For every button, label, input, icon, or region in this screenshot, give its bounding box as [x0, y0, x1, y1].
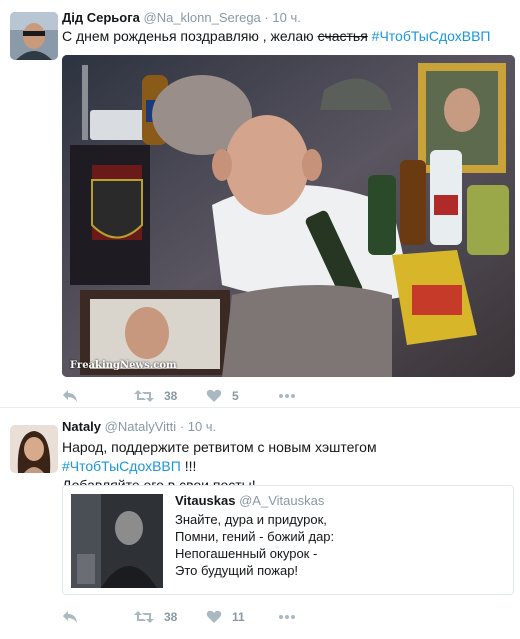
avatar[interactable]	[10, 12, 58, 60]
tweet-text-part: С днем рожденья поздравляю , желаю	[62, 28, 318, 44]
author-handle[interactable]: @NatalyVitti	[105, 419, 176, 434]
quoted-text-line: Помни, гений - божий дар:	[175, 529, 335, 544]
tweet-actions: 38 11	[62, 607, 296, 627]
more-button[interactable]	[278, 393, 296, 399]
tweet-actions: 38 5	[62, 386, 296, 406]
quoted-tweet-image	[71, 494, 163, 588]
quoted-text-line: Знайте, дура и придурок,	[175, 512, 327, 527]
retweet-count: 38	[164, 610, 178, 624]
quoted-author-handle: @A_Vitauskas	[239, 493, 325, 508]
quoted-author-name: Vitauskas	[175, 493, 236, 508]
author-handle[interactable]: @Na_klonn_Serega	[144, 10, 261, 25]
retweet-count: 38	[164, 389, 178, 403]
tweet-header: Дід Серьога @Na_klonn_Serega · 10 ч.	[62, 10, 301, 25]
like-button[interactable]: 11	[206, 610, 278, 624]
reply-button[interactable]	[62, 389, 134, 403]
retweet-button[interactable]: 38	[134, 610, 206, 624]
hashtag-link[interactable]: #ЧтобТыСдохВВП	[372, 28, 491, 44]
tweet-text-strike: счастья	[317, 28, 368, 44]
quoted-tweet-header: Vitauskas @A_Vitauskas	[175, 493, 324, 508]
separator-dot: ·	[264, 10, 269, 25]
like-button[interactable]: 5	[206, 389, 278, 403]
like-count: 11	[232, 610, 245, 624]
author-name[interactable]: Дід Серьога	[62, 10, 140, 25]
tweet-text: С днем рожденья поздравляю , желаю счаст…	[62, 27, 498, 46]
quoted-text-line: Непогашенный окурок -	[175, 546, 318, 561]
reply-icon	[63, 390, 77, 402]
retweet-icon	[134, 611, 154, 623]
timestamp[interactable]: 10 ч.	[272, 10, 300, 25]
tweet-header: Nataly @NatalyVitti · 10 ч.	[62, 419, 216, 434]
more-icon	[279, 394, 295, 398]
heart-icon	[206, 389, 222, 402]
avatar[interactable]	[10, 425, 58, 473]
tweet-text-part: !!!	[180, 458, 197, 474]
retweet-icon	[134, 390, 154, 402]
hashtag-link[interactable]: #ЧтобТыСдохВВП	[62, 458, 181, 474]
like-count: 5	[232, 389, 239, 403]
more-icon	[279, 615, 295, 619]
tweet: Nataly @NatalyVitti · 10 ч. Народ, подде…	[0, 411, 520, 639]
author-name[interactable]: Nataly	[62, 419, 101, 434]
tweet: Дід Серьога @Na_klonn_Serega · 10 ч. С д…	[0, 0, 520, 408]
timestamp[interactable]: 10 ч.	[188, 419, 216, 434]
tweet-media-image[interactable]: FreakingNews.com	[62, 55, 515, 377]
tweet-text-part: Народ, поддержите ретвитом с новым хэште…	[62, 439, 377, 455]
media-watermark: FreakingNews.com	[70, 360, 177, 371]
retweet-button[interactable]: 38	[134, 389, 206, 403]
reply-button[interactable]	[62, 610, 134, 624]
quoted-text-line: Это будущий пожар!	[175, 563, 299, 578]
separator-dot: ·	[179, 419, 185, 434]
reply-icon	[63, 611, 77, 623]
quoted-tweet[interactable]: Vitauskas @A_Vitauskas Знайте, дура и пр…	[62, 485, 514, 595]
more-button[interactable]	[278, 614, 296, 620]
heart-icon	[206, 610, 222, 623]
